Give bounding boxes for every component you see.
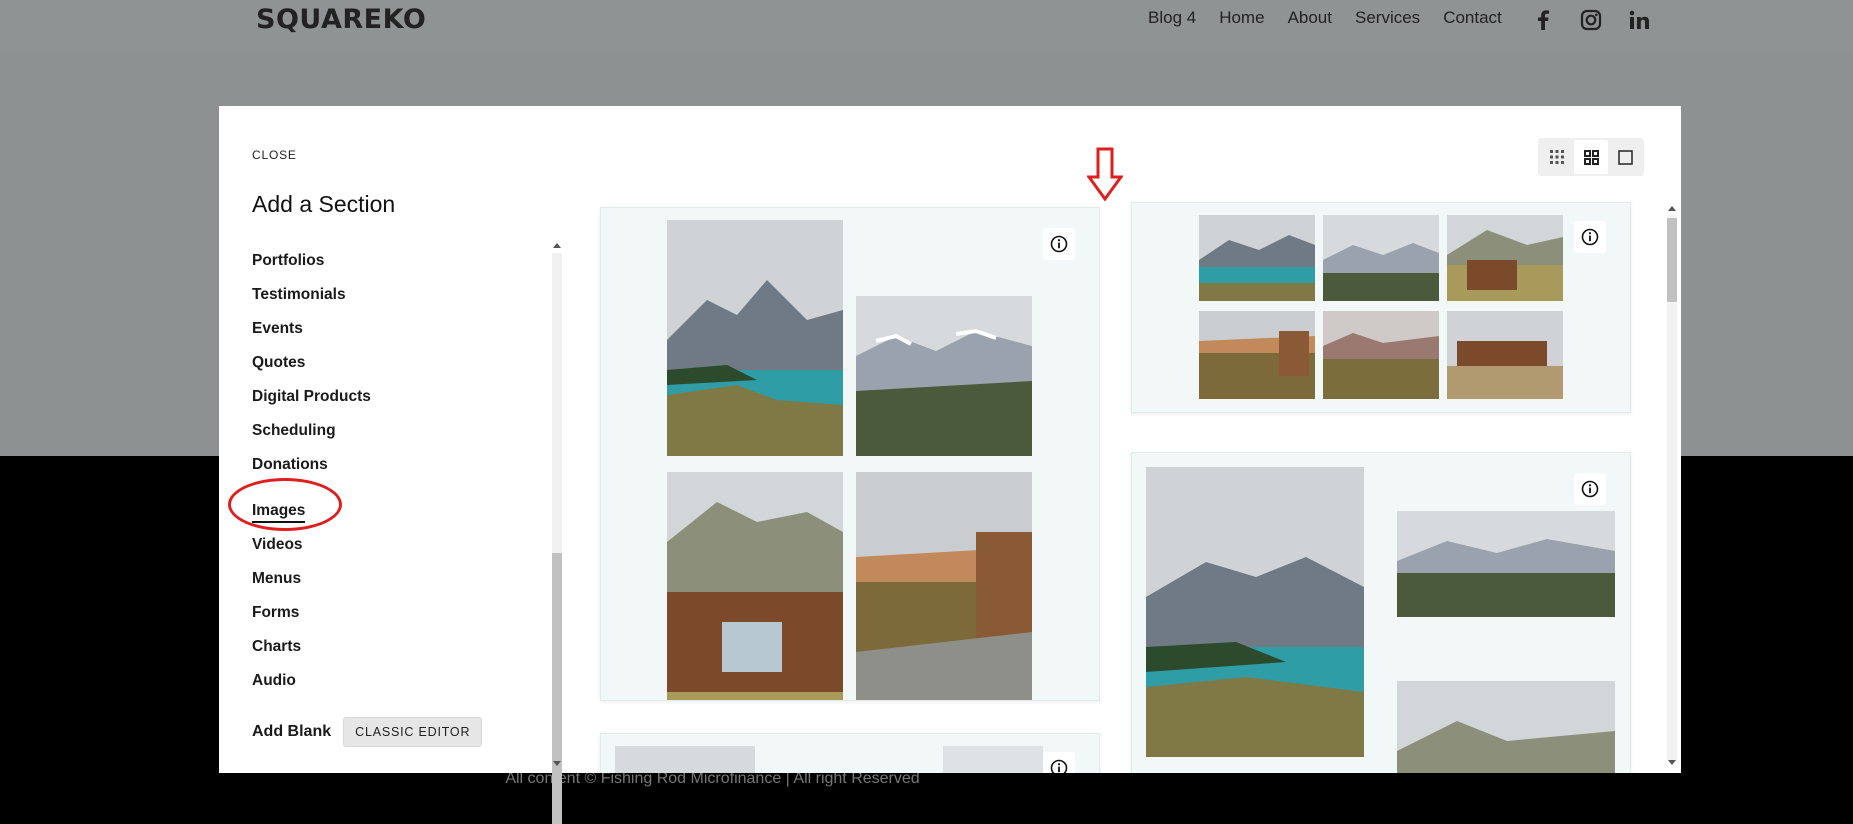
image-thumbnail xyxy=(1323,215,1439,301)
annotation-circle xyxy=(228,478,342,531)
annotation-arrow-icon xyxy=(1086,147,1124,206)
image-thumbnail xyxy=(1199,215,1315,301)
preview-scrollbar[interactable] xyxy=(1664,202,1680,773)
section-template-card[interactable] xyxy=(600,733,1100,773)
nav-item-about[interactable]: About xyxy=(1288,8,1332,28)
image-thumbnail xyxy=(1199,311,1315,399)
add-section-modal: CLOSE Add a Section Portfolios Testimoni… xyxy=(219,106,1681,824)
image-thumbnail xyxy=(667,472,843,700)
section-template-card[interactable] xyxy=(1131,202,1631,413)
site-header: SQUAREKO Blog 4 Home About Services Cont… xyxy=(0,0,1853,52)
section-preview-grid xyxy=(219,106,1681,773)
info-icon[interactable] xyxy=(1574,473,1606,505)
section-template-card[interactable] xyxy=(1131,452,1631,773)
social-links xyxy=(1530,7,1652,33)
facebook-icon[interactable] xyxy=(1530,7,1556,33)
image-thumbnail xyxy=(1397,681,1615,773)
image-thumbnail xyxy=(1447,311,1563,399)
image-thumbnail xyxy=(1447,215,1563,301)
info-icon[interactable] xyxy=(1574,221,1606,253)
site-logo[interactable]: SQUAREKO xyxy=(256,4,426,35)
nav-item-blog4[interactable]: Blog 4 xyxy=(1148,8,1196,28)
image-thumbnail xyxy=(667,220,843,456)
linkedin-icon[interactable] xyxy=(1626,7,1652,33)
nav-item-home[interactable]: Home xyxy=(1219,8,1264,28)
scroll-up-arrow-icon[interactable] xyxy=(1668,206,1676,211)
image-thumbnail xyxy=(856,296,1032,456)
section-template-card[interactable] xyxy=(600,207,1100,701)
instagram-icon[interactable] xyxy=(1578,7,1604,33)
image-thumbnail xyxy=(1323,311,1439,399)
image-thumbnail xyxy=(1146,467,1364,757)
image-thumbnail xyxy=(1397,511,1615,617)
site-nav: Blog 4 Home About Services Contact xyxy=(1148,8,1502,28)
nav-item-services[interactable]: Services xyxy=(1355,8,1420,28)
nav-item-contact[interactable]: Contact xyxy=(1443,8,1502,28)
info-icon[interactable] xyxy=(1043,752,1075,773)
image-thumbnail xyxy=(615,746,755,773)
image-thumbnail xyxy=(856,472,1032,700)
image-thumbnail xyxy=(943,746,1043,773)
scroll-down-arrow-icon[interactable] xyxy=(1668,760,1676,765)
preview-scrollbar-thumb[interactable] xyxy=(1667,218,1677,302)
info-icon[interactable] xyxy=(1043,228,1075,260)
